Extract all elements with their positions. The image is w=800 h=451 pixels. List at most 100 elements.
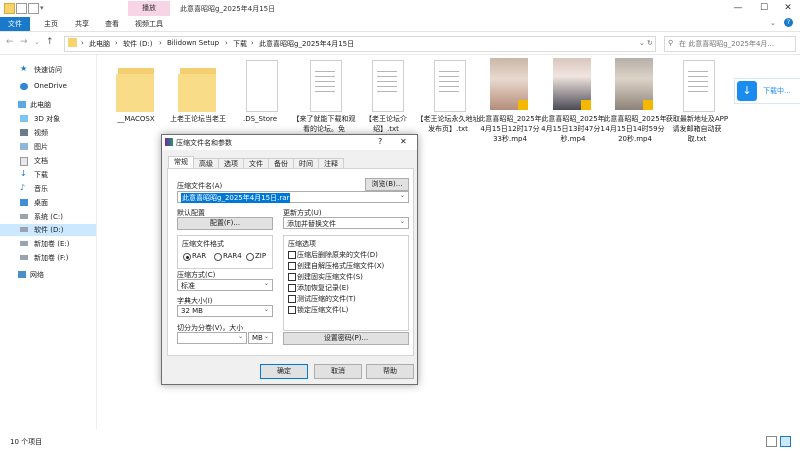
radio-zip-label: ZIP	[255, 252, 267, 260]
up-arrow-icon[interactable]: ↑	[46, 37, 54, 47]
tab-video-tools[interactable]: 视频工具	[135, 19, 163, 29]
refresh-icon[interactable]: ↻	[647, 39, 653, 47]
sidebar-item-pictures[interactable]: 图片	[0, 141, 96, 153]
file-item-video[interactable]: 此意喜昭昭_2025年4月15日14时59分20秒.mp4	[603, 58, 667, 158]
sidebar-item-onedrive[interactable]: OneDrive	[0, 81, 96, 93]
winrar-icon	[165, 138, 173, 146]
quick-access-dropdown-icon[interactable]: ▾	[40, 4, 44, 12]
file-item-video[interactable]: 此意喜昭昭_2025年4月15日12时17分33秒.mp4	[478, 58, 542, 158]
option-test-checkbox[interactable]	[288, 295, 296, 303]
search-box[interactable]: ⚲ 在 此意喜昭昭g_2025年4月...	[664, 36, 796, 52]
details-view-icon[interactable]	[766, 436, 777, 447]
set-password-button[interactable]: 设置密码(P)...	[283, 332, 409, 345]
ribbon-expand-icon[interactable]: ⌄	[770, 19, 776, 27]
method-value: 标准	[181, 282, 195, 290]
update-mode-select[interactable]: 添加并替换文件 ⌄	[283, 217, 409, 229]
file-item-txt[interactable]: 【老王论坛永久地址发布页】.txt	[416, 58, 480, 158]
option-solid-checkbox[interactable]	[288, 273, 296, 281]
method-select[interactable]: 标准 ⌄	[177, 279, 273, 291]
sidebar-item-desktop[interactable]: 桌面	[0, 197, 96, 209]
radio-zip[interactable]	[246, 253, 254, 261]
computer-icon	[18, 101, 26, 108]
maximize-button[interactable]: ☐	[752, 1, 776, 15]
sidebar-item-drive-d[interactable]: 软件 (D:)	[0, 224, 96, 236]
chevron-down-icon: ⌄	[399, 192, 405, 199]
tab-panel-general: 压缩文件名(A) 浏览(B)... 此意喜昭昭g_2025年4月15日.rar …	[167, 168, 414, 356]
profiles-button[interactable]: 配置(F)...	[177, 217, 273, 230]
file-name: 【老王论坛介绍】.txt	[365, 115, 407, 133]
chevron-down-icon: ⌄	[237, 333, 243, 340]
sidebar-item-documents[interactable]: 文档	[0, 155, 96, 167]
file-item-folder-macosx[interactable]: __MACOSX	[104, 58, 168, 158]
option-sfx-checkbox[interactable]	[288, 262, 296, 270]
help-button[interactable]: 帮助	[366, 364, 414, 379]
video-icon	[20, 129, 28, 136]
path-segment[interactable]: 下载	[233, 39, 247, 49]
text-file-icon	[372, 60, 404, 112]
search-input[interactable]: 在 此意喜昭昭g_2025年4月...	[679, 39, 774, 49]
picture-icon	[20, 143, 28, 150]
tab-file[interactable]: 文件	[0, 17, 30, 31]
path-segment[interactable]: 此意喜昭昭g_2025年4月15日	[259, 39, 354, 49]
browse-button[interactable]: 浏览(B)...	[365, 178, 409, 191]
radio-rar4[interactable]	[214, 253, 222, 261]
context-tab-play[interactable]: 播放	[128, 1, 170, 16]
file-item-video[interactable]: 此意喜昭昭_2025年4月15日13时47分1秒.mp4	[541, 58, 605, 158]
dictionary-size-select[interactable]: 32 MB ⌄	[177, 305, 273, 317]
tab-home[interactable]: 主页	[44, 19, 58, 29]
recent-dropdown-icon[interactable]: ⌄	[34, 38, 40, 46]
cancel-button[interactable]: 取消	[314, 364, 362, 379]
sidebar-item-this-pc[interactable]: 此电脑	[0, 99, 96, 111]
path-dropdown-icon[interactable]: ⌄	[639, 39, 645, 47]
large-icons-view-icon[interactable]	[780, 436, 791, 447]
path-segment[interactable]: 软件 (D:)	[123, 39, 152, 49]
option-recovery-checkbox[interactable]	[288, 284, 296, 292]
file-item-txt[interactable]: 获取最新地址及APP请发邮箱自动获取.txt	[665, 58, 729, 158]
blank-file-icon	[246, 60, 278, 112]
radio-rar[interactable]	[183, 253, 191, 261]
ok-button[interactable]: 确定	[260, 364, 308, 379]
desktop-icon	[20, 199, 28, 206]
window-titlebar: ▾ 播放 此意喜昭昭g_2025年4月15日 — ☐ ✕	[0, 0, 800, 18]
minimize-button[interactable]: —	[726, 1, 750, 15]
back-arrow-icon[interactable]: ←	[6, 37, 14, 47]
player-badge-icon	[643, 100, 653, 110]
sidebar-item-drive-e[interactable]: 新加卷 (E:)	[0, 238, 96, 250]
sidebar-item-label: 新加卷 (E:)	[34, 240, 70, 248]
dialog-help-button[interactable]: ?	[378, 137, 382, 146]
download-icon: ↓	[20, 169, 27, 178]
sidebar-item-quick-access[interactable]: ★ 快速访问	[0, 64, 96, 76]
new-file-icon[interactable]	[28, 3, 39, 14]
sidebar-item-3d-objects[interactable]: 3D 对象	[0, 113, 96, 125]
sidebar-item-videos[interactable]: 视频	[0, 127, 96, 139]
path-separator: ›	[115, 39, 118, 47]
help-icon[interactable]: ?	[784, 18, 793, 27]
text-file-icon	[310, 60, 342, 112]
option-lock-checkbox[interactable]	[288, 306, 296, 314]
archive-name-input[interactable]: 此意喜昭昭g_2025年4月15日.rar ⌄	[177, 191, 409, 203]
tab-share[interactable]: 共享	[75, 19, 89, 29]
checkbox-icon[interactable]	[16, 3, 27, 14]
split-unit-select[interactable]: MB ⌄	[248, 332, 273, 344]
sidebar-item-label: 图片	[34, 143, 48, 151]
archive-format-group: 压缩文件格式 RAR RAR4 ZIP	[177, 235, 273, 269]
sidebar-item-network[interactable]: 网络	[0, 269, 96, 281]
split-volume-input[interactable]: ⌄	[177, 332, 247, 344]
path-segment[interactable]: 此电脑	[89, 39, 110, 49]
path-segment[interactable]: Bilidown Setup	[167, 39, 219, 47]
archive-format-label: 压缩文件格式	[182, 240, 224, 248]
sidebar-item-drive-f[interactable]: 新加卷 (F:)	[0, 252, 96, 264]
sidebar-item-label: 此电脑	[30, 101, 51, 109]
tab-view[interactable]: 查看	[105, 19, 119, 29]
sidebar-item-drive-c[interactable]: 系统 (C:)	[0, 211, 96, 223]
sidebar-item-downloads[interactable]: ↓ 下载	[0, 169, 96, 181]
download-panel[interactable]: ↓ 下载中...	[734, 78, 800, 104]
address-path[interactable]: › 此电脑 › 软件 (D:) › Bilidown Setup › 下载 › …	[64, 36, 656, 52]
dialog-close-button[interactable]: ✕	[400, 137, 407, 146]
sidebar-item-music[interactable]: ♪ 音乐	[0, 183, 96, 195]
dialog-title: 压缩文件名和参数	[176, 139, 232, 147]
close-button[interactable]: ✕	[776, 1, 800, 15]
option-delete-after-checkbox[interactable]	[288, 251, 296, 259]
file-name: 此意喜昭昭_2025年4月15日13时47分1秒.mp4	[541, 115, 605, 143]
forward-arrow-icon[interactable]: →	[20, 37, 28, 47]
